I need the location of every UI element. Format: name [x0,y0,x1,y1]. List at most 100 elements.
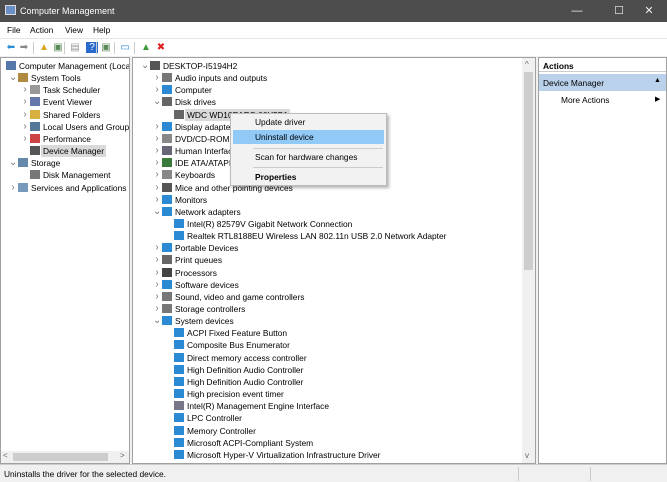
tree-item[interactable]: Microsoft ACPI-Compliant System [133,437,535,449]
horizontal-scrollbar[interactable]: < > [1,451,129,463]
scroll-thumb[interactable] [524,72,533,270]
more-actions-item[interactable]: More Actions ▶ [539,93,666,107]
device-icon [174,340,184,350]
tree-item[interactable]: Realtek RTL8188EU Wireless LAN 802.11n U… [133,230,535,242]
tree-item[interactable]: › Software devices [133,279,535,291]
scroll-up-button[interactable]: ^ [525,60,529,69]
menu-help[interactable]: Help [93,25,110,35]
tree-item[interactable]: Microsoft Hyper-V Virtualization Infrast… [133,449,535,461]
expand-chevron-icon[interactable]: › [153,169,161,181]
collapse-chevron-icon[interactable]: ⌄ [9,72,17,84]
expand-chevron-icon[interactable]: › [153,182,161,194]
tree-item[interactable]: › Sound, video and game controllers [133,291,535,303]
tree-item-label: System devices [175,316,234,327]
expand-chevron-icon[interactable]: › [21,84,29,96]
tree-item[interactable]: High precision event timer [133,388,535,400]
collapse-chevron-icon[interactable]: ⌄ [153,315,161,327]
tree-item[interactable]: ⌄ System Tools [1,72,129,84]
expand-chevron-icon[interactable]: › [153,242,161,254]
tree-item[interactable]: High Definition Audio Controller [133,364,535,376]
expand-chevron-icon[interactable]: › [153,291,161,303]
expand-chevron-icon[interactable]: › [21,96,29,108]
menu-item-uninstall-device[interactable]: Uninstall device [233,130,384,144]
collapse-chevron-icon[interactable]: ⌄ [141,60,149,72]
scroll-thumb[interactable] [13,453,108,461]
expand-chevron-icon[interactable]: › [153,254,161,266]
tree-item[interactable]: High Definition Audio Controller [133,376,535,388]
tree-item[interactable]: Composite Bus Enumerator [133,339,535,351]
tree-item[interactable]: › Event Viewer [1,96,129,108]
tree-item[interactable]: › Storage controllers [133,303,535,315]
tree-item[interactable]: ⌄ System devices [133,315,535,327]
scroll-down-button[interactable]: v [525,451,529,460]
expand-chevron-icon[interactable]: › [153,145,161,157]
expand-chevron-icon[interactable]: › [153,194,161,206]
back-icon[interactable]: ⬅ [5,42,17,53]
scroll-left-button[interactable]: < [3,451,8,460]
actions-section-device-manager[interactable]: Device Manager ▲ [539,74,666,91]
show-hide-tree-icon[interactable]: ▣ [52,42,64,53]
close-button[interactable]: ✕ [637,3,661,19]
tree-item[interactable]: Memory Controller [133,425,535,437]
tree-item[interactable]: ACPI Fixed Feature Button [133,327,535,339]
collapse-icon[interactable]: ▲ [654,77,661,84]
tree-item[interactable]: ⌄ Disk drives [133,96,535,108]
tree-item[interactable]: Direct memory access controller [133,352,535,364]
tree-item[interactable]: › Shared Folders [1,109,129,121]
tree-item[interactable]: Disk Management [1,169,129,181]
expand-chevron-icon[interactable]: › [153,157,161,169]
expand-chevron-icon[interactable]: › [21,133,29,145]
tree-item[interactable]: › Services and Applications [1,182,129,194]
collapse-chevron-icon[interactable]: ⌄ [9,157,17,169]
properties-icon[interactable]: ▤ [69,42,81,53]
up-folder-icon[interactable]: ▲ [38,42,50,53]
scroll-right-button[interactable]: > [120,451,125,460]
minimize-button[interactable]: — [565,3,589,19]
menu-item-update-driver[interactable]: Update driver [233,115,384,129]
tree-item[interactable]: › Task Scheduler [1,84,129,96]
collapse-chevron-icon[interactable]: ⌄ [153,206,161,218]
tree-item[interactable]: Intel(R) Management Engine Interface [133,400,535,412]
tree-item[interactable]: Computer Management (Local [1,60,129,72]
expand-chevron-icon[interactable]: › [153,279,161,291]
expand-chevron-icon[interactable]: › [21,121,29,133]
tree-item[interactable]: › Portable Devices [133,242,535,254]
expand-chevron-icon[interactable]: › [21,109,29,121]
tree-item[interactable]: › Processors [133,267,535,279]
tree-item[interactable]: Intel(R) 82579V Gigabit Network Connecti… [133,218,535,230]
menu-view[interactable]: View [65,25,83,35]
expand-chevron-icon[interactable]: › [153,84,161,96]
uninstall-icon[interactable]: ✖ [155,42,167,53]
tree-item[interactable]: › Monitors [133,194,535,206]
tree-item[interactable]: ⌄ Storage [1,157,129,169]
expand-chevron-icon[interactable]: › [153,72,161,84]
device-icon [174,425,184,435]
tree-item[interactable]: ⌄ Network adapters [133,206,535,218]
tree-item[interactable]: › Audio inputs and outputs [133,72,535,84]
tree-item[interactable]: › Local Users and Groups [1,121,129,133]
menu-item-scan-hardware[interactable]: Scan for hardware changes [233,150,384,164]
monitor-icon[interactable]: ▭ [119,42,131,53]
expand-chevron-icon[interactable]: › [153,303,161,315]
device-icon [174,231,184,241]
collapse-chevron-icon[interactable]: ⌄ [153,96,161,108]
tree-item[interactable]: ⌄ DESKTOP-I5194H2 [133,60,535,72]
maximize-button[interactable]: ☐ [607,3,631,19]
menu-action[interactable]: Action [30,25,53,35]
forward-icon[interactable]: ➡ [18,42,30,53]
menu-file[interactable]: File [7,25,21,35]
tree-item[interactable]: Device Manager [1,145,129,158]
expand-chevron-icon[interactable]: › [153,133,161,145]
menu-item-properties[interactable]: Properties [233,170,384,184]
tree-item[interactable]: LPC Controller [133,412,535,424]
expand-chevron-icon[interactable]: › [153,267,161,279]
update-driver-icon[interactable]: ▲ [140,42,152,53]
expand-chevron-icon[interactable]: › [9,182,17,194]
vertical-scrollbar[interactable]: ^ v [522,58,535,463]
tree-item[interactable]: › Print queues [133,254,535,266]
tree-item-label: Processors [175,267,217,278]
tree-item[interactable]: › Computer [133,84,535,96]
expand-chevron-icon[interactable]: › [153,121,161,133]
action-pane-icon[interactable]: ▣ [100,42,112,53]
tree-item[interactable]: › Performance [1,133,129,145]
